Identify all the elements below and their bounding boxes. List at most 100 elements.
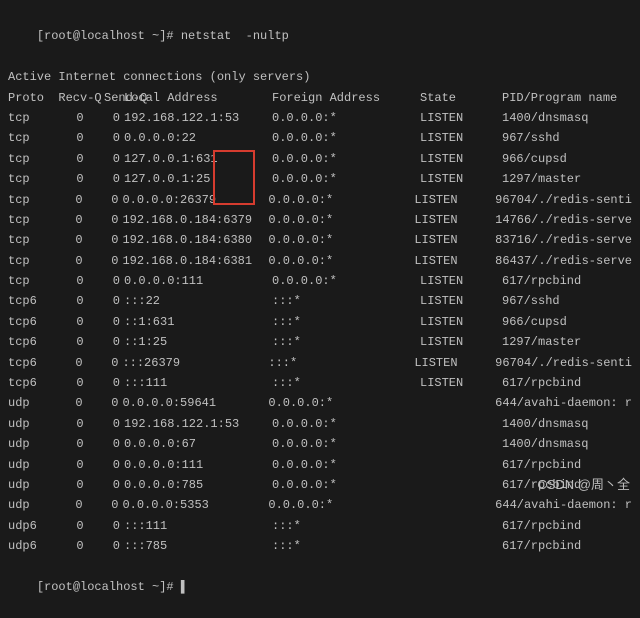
cell-foreign: 0.0.0.0:* <box>272 108 420 128</box>
cell-foreign: 0.0.0.0:* <box>272 475 420 495</box>
cell-state: LISTEN <box>420 271 502 291</box>
cell-state: LISTEN <box>420 291 502 311</box>
cell-state <box>414 393 495 413</box>
cell-local: 0.0.0.0:111 <box>124 271 272 291</box>
connection-row: udp600 :::111:::*617/rpcbind <box>8 516 632 536</box>
cell-local: 192.168.122.1:53 <box>124 414 272 434</box>
cell-foreign: 0.0.0.0:* <box>272 271 420 291</box>
cell-prog: 86437/./redis-serve <box>495 251 632 271</box>
cell-proto: tcp <box>8 190 55 210</box>
cell-sendq: 0 <box>104 291 124 311</box>
cell-state <box>414 495 495 515</box>
connection-row: tcp00 192.168.122.1:530.0.0.0:*LISTEN140… <box>8 108 632 128</box>
cell-sendq: 0 <box>103 210 123 230</box>
cell-local: :::111 <box>124 516 272 536</box>
connection-row: udp00 192.168.122.1:530.0.0.0:*1400/dnsm… <box>8 414 632 434</box>
cell-sendq: 0 <box>103 251 123 271</box>
cell-proto: tcp <box>8 108 56 128</box>
connection-row: tcp00 0.0.0.0:263790.0.0.0:*LISTEN96704/… <box>8 190 632 210</box>
watermark: CSDN @周丶全 <box>537 474 630 496</box>
cell-state: LISTEN <box>420 149 502 169</box>
cell-proto: udp <box>8 455 56 475</box>
connection-row: tcp00 127.0.0.1:250.0.0.0:*LISTEN1297/ma… <box>8 169 632 189</box>
cell-foreign: 0.0.0.0:* <box>272 169 420 189</box>
cell-state: LISTEN <box>414 353 495 373</box>
cell-state: LISTEN <box>420 108 502 128</box>
cell-prog: 96704/./redis-senti <box>495 353 632 373</box>
cell-local: 127.0.0.1:25 <box>124 169 272 189</box>
cell-proto: udp <box>8 434 56 454</box>
column-headers: ProtoRecv-QSend-Q Local AddressForeign A… <box>8 88 632 108</box>
cell-prog: 1297/master <box>502 332 632 352</box>
cell-foreign: 0.0.0.0:* <box>272 455 420 475</box>
connection-row: udp00 0.0.0.0:1110.0.0.0:*617/rpcbind <box>8 455 632 475</box>
cell-proto: tcp6 <box>8 332 56 352</box>
cell-state: LISTEN <box>414 210 495 230</box>
connection-row: tcp600 ::1:25:::*LISTEN1297/master <box>8 332 632 352</box>
cell-recvq: 0 <box>56 373 104 393</box>
cell-recvq: 0 <box>55 210 102 230</box>
connection-row: udp00 0.0.0.0:596410.0.0.0:*644/avahi-da… <box>8 393 632 413</box>
cell-recvq: 0 <box>56 475 104 495</box>
cell-recvq: 0 <box>56 414 104 434</box>
cell-local: 0.0.0.0:111 <box>124 455 272 475</box>
cell-proto: tcp6 <box>8 291 56 311</box>
cell-foreign: 0.0.0.0:* <box>268 495 414 515</box>
cell-foreign: 0.0.0.0:* <box>272 414 420 434</box>
cell-recvq: 0 <box>55 353 102 373</box>
cell-foreign: :::* <box>268 353 414 373</box>
cell-foreign: 0.0.0.0:* <box>268 190 414 210</box>
cell-local: :::111 <box>124 373 272 393</box>
hdr-local: Local Address <box>124 88 272 108</box>
hdr-foreign: Foreign Address <box>272 88 420 108</box>
cell-state: LISTEN <box>420 169 502 189</box>
cell-state: LISTEN <box>420 312 502 332</box>
cell-sendq: 0 <box>104 149 124 169</box>
cell-local: :::26379 <box>122 353 268 373</box>
prompt-command: netstat -nultp <box>181 29 289 43</box>
cell-state <box>420 455 502 475</box>
cell-recvq: 0 <box>56 536 104 556</box>
connection-row: tcp600 ::1:631:::*LISTEN966/cupsd <box>8 312 632 332</box>
cell-foreign: :::* <box>272 312 420 332</box>
cell-prog: 1400/dnsmasq <box>502 108 632 128</box>
cell-prog: 617/rpcbind <box>502 455 632 475</box>
cell-prog: 967/sshd <box>502 291 632 311</box>
terminal[interactable]: [root@localhost ~]# netstat -nultp Activ… <box>8 6 632 618</box>
cell-sendq: 0 <box>104 108 124 128</box>
cell-prog: 14766/./redis-serve <box>495 210 632 230</box>
connection-row: udp00 0.0.0.0:53530.0.0.0:*644/avahi-dae… <box>8 495 632 515</box>
connection-row: tcp00 192.168.0.184:63790.0.0.0:*LISTEN1… <box>8 210 632 230</box>
cell-state <box>420 475 502 495</box>
cell-recvq: 0 <box>55 393 102 413</box>
cell-proto: tcp <box>8 128 56 148</box>
cell-proto: tcp <box>8 271 56 291</box>
cell-prog: 966/cupsd <box>502 312 632 332</box>
cell-recvq: 0 <box>56 149 104 169</box>
cell-recvq: 0 <box>56 332 104 352</box>
cell-foreign: :::* <box>272 291 420 311</box>
connection-row: tcp00 127.0.0.1:6310.0.0.0:*LISTEN966/cu… <box>8 149 632 169</box>
cell-local: 0.0.0.0:5353 <box>122 495 268 515</box>
connection-row: udp00 0.0.0.0:670.0.0.0:*1400/dnsmasq <box>8 434 632 454</box>
cell-foreign: 0.0.0.0:* <box>268 230 414 250</box>
cursor: ▌ <box>181 580 188 594</box>
connection-row: tcp600 :::26379:::*LISTEN96704/./redis-s… <box>8 353 632 373</box>
connection-row: udp600 :::785:::*617/rpcbind <box>8 536 632 556</box>
cell-prog: 617/rpcbind <box>502 373 632 393</box>
cell-prog: 617/rpcbind <box>502 516 632 536</box>
prompt-user: [root@localhost ~]# <box>37 29 181 43</box>
cell-sendq: 0 <box>104 455 124 475</box>
connections-header: Active Internet connections (only server… <box>8 67 632 87</box>
cell-sendq: 0 <box>103 353 123 373</box>
connection-row: tcp600 :::22:::*LISTEN967/sshd <box>8 291 632 311</box>
connection-row: tcp600 :::111:::*LISTEN617/rpcbind <box>8 373 632 393</box>
connection-row: tcp00 192.168.0.184:63810.0.0.0:*LISTEN8… <box>8 251 632 271</box>
cell-proto: udp <box>8 475 56 495</box>
cell-local: 192.168.122.1:53 <box>124 108 272 128</box>
cell-foreign: :::* <box>272 536 420 556</box>
cell-local: 0.0.0.0:785 <box>124 475 272 495</box>
cell-sendq: 0 <box>103 230 123 250</box>
cell-sendq: 0 <box>103 393 123 413</box>
hdr-sendq: Send-Q <box>104 88 124 108</box>
